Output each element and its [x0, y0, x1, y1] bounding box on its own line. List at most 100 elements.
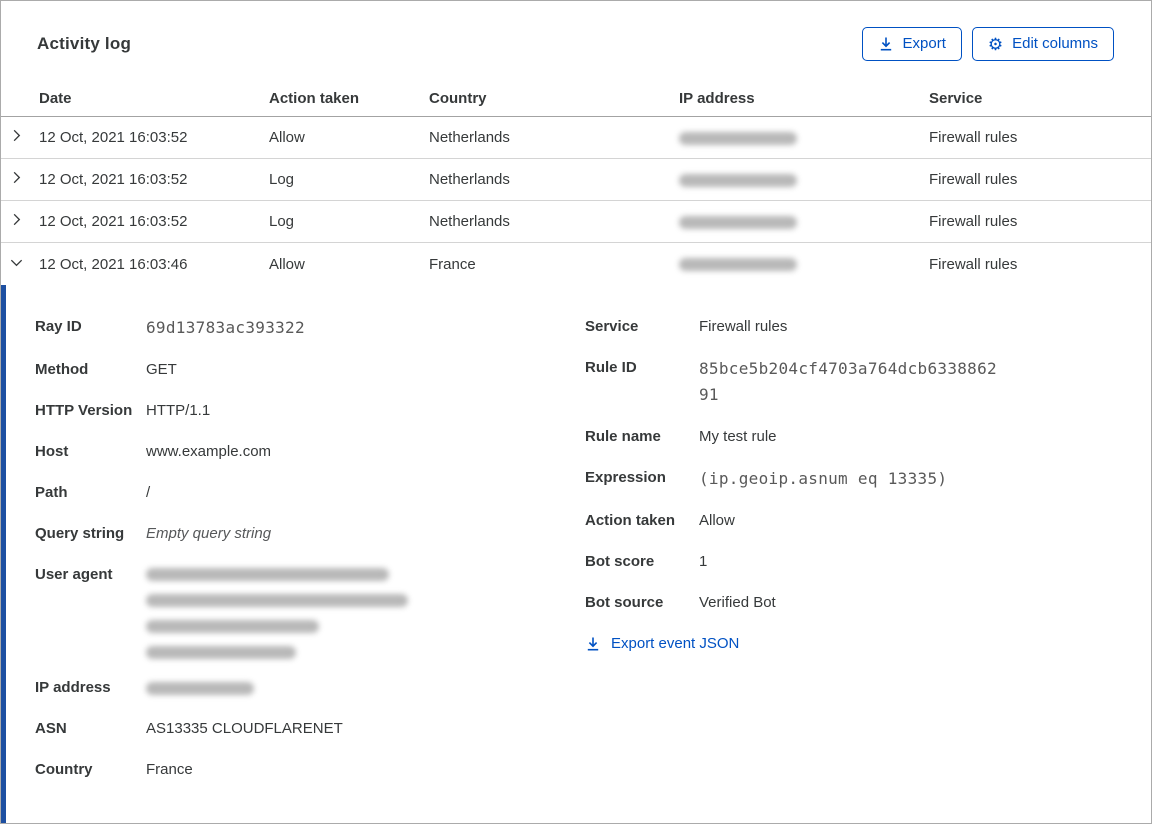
detail-label: Bot score — [585, 553, 655, 570]
table-header-row: Date Action taken Country IP address Ser… — [1, 81, 1151, 117]
detail-item-asn: ASN AS13335 CLOUDFLARENET — [35, 717, 585, 741]
detail-value: Verified Bot — [699, 594, 776, 611]
redacted-ip-value — [679, 215, 797, 229]
detail-label: Bot source — [585, 594, 664, 611]
table-row-expanded[interactable]: 12 Oct, 2021 16:03:46 Allow France Firew… — [1, 243, 1151, 285]
redacted-ip-value — [146, 681, 254, 695]
download-icon — [585, 636, 601, 652]
detail-item-rule-name: Rule name My test rule — [585, 425, 1151, 449]
activity-table: Date Action taken Country IP address Ser… — [1, 81, 1151, 285]
row-country: Netherlands — [429, 129, 510, 146]
detail-value: France — [146, 761, 193, 778]
detail-value: (ip.geoip.asnum eq 13335) — [699, 469, 948, 488]
detail-value: Firewall rules — [699, 318, 788, 335]
detail-item-country: Country France — [35, 758, 585, 782]
row-country: Netherlands — [429, 171, 510, 188]
detail-item-bot-source: Bot source Verified Bot — [585, 591, 1151, 615]
detail-item-ray-id: Ray ID 69d13783ac393322 — [35, 315, 585, 341]
detail-item-service: Service Firewall rules — [585, 315, 1151, 339]
row-action-taken: Allow — [269, 255, 305, 273]
detail-column-left: Ray ID 69d13783ac393322 Method GET HTTP … — [35, 315, 585, 823]
detail-label: Host — [35, 443, 69, 460]
detail-label: Query string — [35, 525, 125, 542]
detail-item-http-version: HTTP Version HTTP/1.1 — [35, 399, 585, 423]
row-country: France — [429, 255, 476, 273]
detail-label: Expression — [585, 469, 666, 486]
export-button[interactable]: Export — [861, 27, 962, 61]
export-event-json-label: Export event JSON — [611, 635, 740, 652]
column-header-service: Service — [929, 90, 983, 107]
table-row[interactable]: 12 Oct, 2021 16:03:52 Log Netherlands Fi… — [1, 201, 1151, 243]
detail-label: IP address — [35, 679, 111, 696]
expand-toggle[interactable] — [1, 128, 39, 147]
detail-label: Country — [35, 761, 93, 778]
detail-column-right: Service Firewall rules Rule ID 85bce5b20… — [585, 315, 1151, 823]
detail-label: Rule name — [585, 428, 661, 445]
detail-label: Path — [35, 484, 68, 501]
detail-label: Service — [585, 318, 639, 335]
row-date: 12 Oct, 2021 16:03:52 — [39, 171, 188, 188]
row-country: Netherlands — [429, 213, 510, 230]
table-row[interactable]: 12 Oct, 2021 16:03:52 Allow Netherlands … — [1, 117, 1151, 159]
gear-icon: ⚙ — [987, 34, 1004, 54]
chevron-right-icon — [9, 170, 24, 189]
detail-value: 85bce5b204cf4703a764dcb633886291 — [699, 359, 997, 404]
expand-toggle[interactable] — [1, 255, 39, 274]
chevron-down-icon — [9, 255, 24, 274]
page-title: Activity log — [37, 34, 132, 53]
detail-value: My test rule — [699, 428, 777, 445]
detail-label: Ray ID — [35, 318, 82, 335]
row-service: Firewall rules — [929, 171, 1018, 188]
toolbar: Export ⚙ Edit columns — [861, 27, 1114, 61]
edit-columns-button[interactable]: ⚙ Edit columns — [971, 27, 1114, 61]
export-event-json-link[interactable]: Export event JSON — [585, 632, 1151, 656]
expand-toggle[interactable] — [1, 170, 39, 189]
header-bar: Activity log Export ⚙ Edit columns — [1, 1, 1151, 81]
column-header-country: Country — [429, 90, 487, 107]
detail-value: HTTP/1.1 — [146, 402, 211, 419]
row-date: 12 Oct, 2021 16:03:46 — [39, 255, 188, 273]
detail-item-rule-id: Rule ID 85bce5b204cf4703a764dcb633886291 — [585, 356, 1151, 408]
detail-label: Rule ID — [585, 359, 637, 376]
redacted-ip-value — [679, 258, 797, 272]
detail-item-host: Host www.example.com — [35, 440, 585, 464]
redacted-ip-value — [679, 173, 797, 187]
row-action-taken: Log — [269, 171, 295, 188]
row-service: Firewall rules — [929, 129, 1018, 146]
detail-value: AS13335 CLOUDFLARENET — [146, 720, 343, 737]
detail-item-method: Method GET — [35, 358, 585, 382]
chevron-right-icon — [9, 212, 24, 231]
column-header-action-taken: Action taken — [269, 90, 360, 107]
detail-item-user-agent: User agent — [35, 563, 585, 659]
detail-value: www.example.com — [146, 443, 272, 460]
row-date: 12 Oct, 2021 16:03:52 — [39, 213, 188, 230]
column-header-ip-address: IP address — [679, 90, 755, 107]
expand-toggle[interactable] — [1, 212, 39, 231]
detail-label: Action taken — [585, 512, 676, 529]
redacted-user-agent — [146, 563, 585, 659]
chevron-right-icon — [9, 128, 24, 147]
detail-value: 1 — [699, 553, 708, 570]
detail-label: Method — [35, 361, 89, 378]
detail-item-path: Path / — [35, 481, 585, 505]
detail-value: Allow — [699, 512, 735, 529]
detail-value: / — [146, 484, 151, 501]
detail-label: HTTP Version — [35, 402, 133, 419]
edit-columns-button-label: Edit columns — [1012, 35, 1098, 52]
detail-item-expression: Expression (ip.geoip.asnum eq 13335) — [585, 466, 1151, 492]
detail-item-action-taken: Action taken Allow — [585, 509, 1151, 533]
table-row[interactable]: 12 Oct, 2021 16:03:52 Log Netherlands Fi… — [1, 159, 1151, 201]
download-icon — [878, 36, 894, 52]
export-button-label: Export — [902, 35, 946, 52]
row-action-taken: Allow — [269, 129, 305, 146]
row-service: Firewall rules — [929, 213, 1018, 230]
detail-item-ip-address: IP address — [35, 676, 585, 700]
row-date: 12 Oct, 2021 16:03:52 — [39, 129, 188, 146]
detail-item-query-string: Query string Empty query string — [35, 522, 585, 546]
detail-value: Empty query string — [146, 525, 272, 542]
row-service: Firewall rules — [929, 255, 1018, 273]
redacted-ip-value — [679, 131, 797, 145]
detail-label: User agent — [35, 566, 113, 583]
row-action-taken: Log — [269, 213, 295, 230]
event-detail-panel: Ray ID 69d13783ac393322 Method GET HTTP … — [1, 285, 1151, 823]
